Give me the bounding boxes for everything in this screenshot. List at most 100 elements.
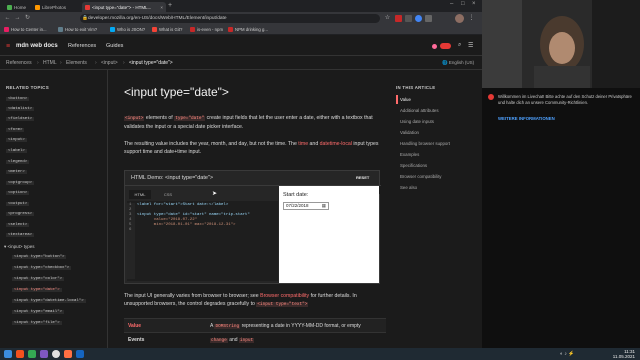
bookmark-favicon-icon [228, 27, 233, 32]
tab-home[interactable]: Home [4, 2, 32, 12]
tab-mdn-date[interactable]: <input type="date"> - HTML... × [82, 2, 166, 12]
maximize-icon[interactable]: □ [461, 1, 465, 7]
tab-html[interactable]: HTML [129, 190, 151, 199]
breadcrumb-separator-icon: › [60, 60, 62, 66]
window-close-icon[interactable]: × [472, 1, 476, 7]
toc-item[interactable]: Browser compatibility [400, 174, 441, 179]
sidebar-item[interactable]: <output> [6, 202, 30, 206]
new-tab-icon[interactable]: + [168, 2, 172, 10]
extension-icon[interactable] [395, 15, 402, 22]
sidebar-sub-item[interactable]: <input type="checkbox"> [12, 266, 72, 270]
sidebar-item[interactable]: <datalist> [6, 107, 35, 111]
sidebar-item[interactable]: <select> [6, 223, 30, 227]
tab-css[interactable]: CSS [157, 190, 179, 199]
sidebar-item[interactable]: <textarea> [6, 233, 35, 237]
bookmark-item[interactable]: is-even - npm [190, 27, 223, 32]
close-icon[interactable]: × [160, 5, 163, 10]
url-input[interactable]: 🔒 developer.mozilla.org/en-US/docs/Web/H… [80, 14, 380, 23]
link-time[interactable]: time [298, 141, 308, 147]
star-icon[interactable]: ☆ [384, 15, 391, 22]
sidebar-item[interactable]: <fieldset> [6, 117, 35, 121]
bookmark-item[interactable]: Who is JSON? [110, 27, 145, 32]
mdn-logo-icon[interactable]: ≡ [6, 43, 14, 50]
sidebar-item[interactable]: <meter> [6, 170, 27, 174]
toc-item[interactable]: Handling browser support [400, 141, 450, 146]
sidebar-item[interactable]: <label> [6, 149, 27, 153]
sidebar-sub-item[interactable]: <input type="color"> [12, 277, 65, 281]
editor-app-icon[interactable] [76, 350, 84, 358]
inline-code[interactable]: input [238, 338, 255, 343]
more-info-link[interactable]: WEITERE INFORMATIONEN [498, 116, 555, 121]
search-icon[interactable]: ⌕ [458, 42, 461, 49]
sidebar-sub-item[interactable]: <input type="email"> [12, 310, 65, 314]
extension-icon[interactable] [405, 15, 412, 22]
browser-app-icon[interactable] [52, 350, 60, 358]
puzzle-icon[interactable] [425, 15, 432, 22]
clock[interactable]: 11:31 11.05.2021 [603, 349, 635, 359]
sidebar-item[interactable]: <option> [6, 191, 30, 195]
inline-code[interactable]: DOMString [214, 324, 241, 329]
sidebar-item[interactable]: <button> [6, 97, 30, 101]
link-browser-compat[interactable]: Browser compatibility [260, 293, 309, 299]
mdn-logo-text[interactable]: mdn web docs [16, 43, 58, 49]
sidebar-sub-item[interactable]: <input type="button"> [12, 255, 67, 259]
media-app-icon[interactable] [40, 350, 48, 358]
more-menu-icon[interactable]: ⋮ [468, 15, 475, 22]
description-paragraph: The resulting value includes the year, m… [124, 141, 379, 155]
bookmark-item[interactable]: NPM drinking g... [228, 27, 268, 32]
theme-toggle[interactable] [440, 43, 451, 49]
menu-icon[interactable]: ☰ [468, 42, 473, 49]
sidebar-item[interactable]: <input> [6, 138, 27, 142]
sidebar-sub-item[interactable]: <input type="file"> [12, 321, 62, 325]
language-selector[interactable]: 🌐 English (US) [442, 60, 474, 66]
inline-code[interactable]: <input type="text"> [256, 302, 309, 307]
forward-icon[interactable]: → [14, 15, 21, 22]
tray-icons[interactable]: ◐ ♪ ⚡ [560, 351, 575, 357]
toc-item[interactable]: Validation [400, 130, 419, 135]
extension-icon[interactable] [415, 15, 422, 22]
chat-welcome-message: Willkommen im Livechat! Bitte achte auf … [488, 94, 634, 144]
sidebar-item[interactable]: <progress> [6, 212, 35, 216]
bookmark-item[interactable]: How to Center in... [4, 27, 47, 32]
breadcrumb-item[interactable]: Elements [66, 60, 87, 66]
avatar[interactable] [455, 14, 464, 23]
toc-item[interactable]: Using date inputs [400, 119, 434, 124]
tab-librephotos[interactable]: LibrePhotos [32, 2, 80, 12]
nav-guides[interactable]: Guides [106, 43, 123, 49]
breadcrumb-item[interactable]: References [6, 60, 32, 66]
toc-item[interactable]: Additional attributes [400, 108, 439, 113]
inline-code[interactable]: <input> [124, 116, 145, 121]
launcher-app-icon[interactable] [64, 350, 72, 358]
toc-item[interactable]: Examples [400, 152, 419, 157]
minimize-icon[interactable]: – [450, 1, 453, 7]
breadcrumb-item[interactable]: <input type="date"> [129, 60, 173, 66]
breadcrumb-item[interactable]: HTML [43, 60, 57, 66]
sidebar-item[interactable]: <optgroup> [6, 181, 35, 185]
bookmark-item[interactable]: How to exit Vim? [58, 27, 97, 32]
reset-button[interactable]: RESET [353, 174, 372, 181]
theme-icon[interactable] [432, 44, 437, 49]
bookmark-item[interactable]: What is Git? [152, 27, 182, 32]
toc-item[interactable]: Specifications [400, 163, 427, 168]
inline-code[interactable]: change [210, 338, 228, 343]
sidebar-sub-item[interactable]: <input type="datetime-local"> [12, 299, 86, 303]
sidebar-sub-item-active[interactable]: <input type="date"> [12, 288, 62, 292]
sidebar-item[interactable]: <form> [6, 128, 25, 132]
sidebar-item[interactable]: <legend> [6, 160, 30, 164]
calendar-icon[interactable]: ▦ [322, 203, 326, 209]
sidebar-group-toggle[interactable]: ▾ <input> types [4, 244, 35, 250]
link-datetime-local[interactable]: datetime-local [320, 141, 352, 147]
nav-references[interactable]: References [68, 43, 96, 49]
date-input[interactable]: 07/22/2018 ▦ [283, 202, 329, 210]
tab-label: LibrePhotos [42, 4, 67, 10]
reload-icon[interactable]: ↻ [24, 15, 31, 22]
intro-paragraph: <input> elements of type="date" create i… [124, 115, 373, 130]
terminal-app-icon[interactable] [28, 350, 36, 358]
files-app-icon[interactable] [16, 350, 24, 358]
code-editor[interactable]: 1 <label for="start">Start date:</label>… [127, 201, 278, 281]
start-menu-icon[interactable] [4, 350, 12, 358]
back-icon[interactable]: ← [4, 15, 11, 22]
toc-item[interactable]: See also [400, 185, 417, 190]
toc-item-active[interactable]: Value [400, 97, 411, 102]
breadcrumb-item[interactable]: <input> [101, 60, 118, 66]
